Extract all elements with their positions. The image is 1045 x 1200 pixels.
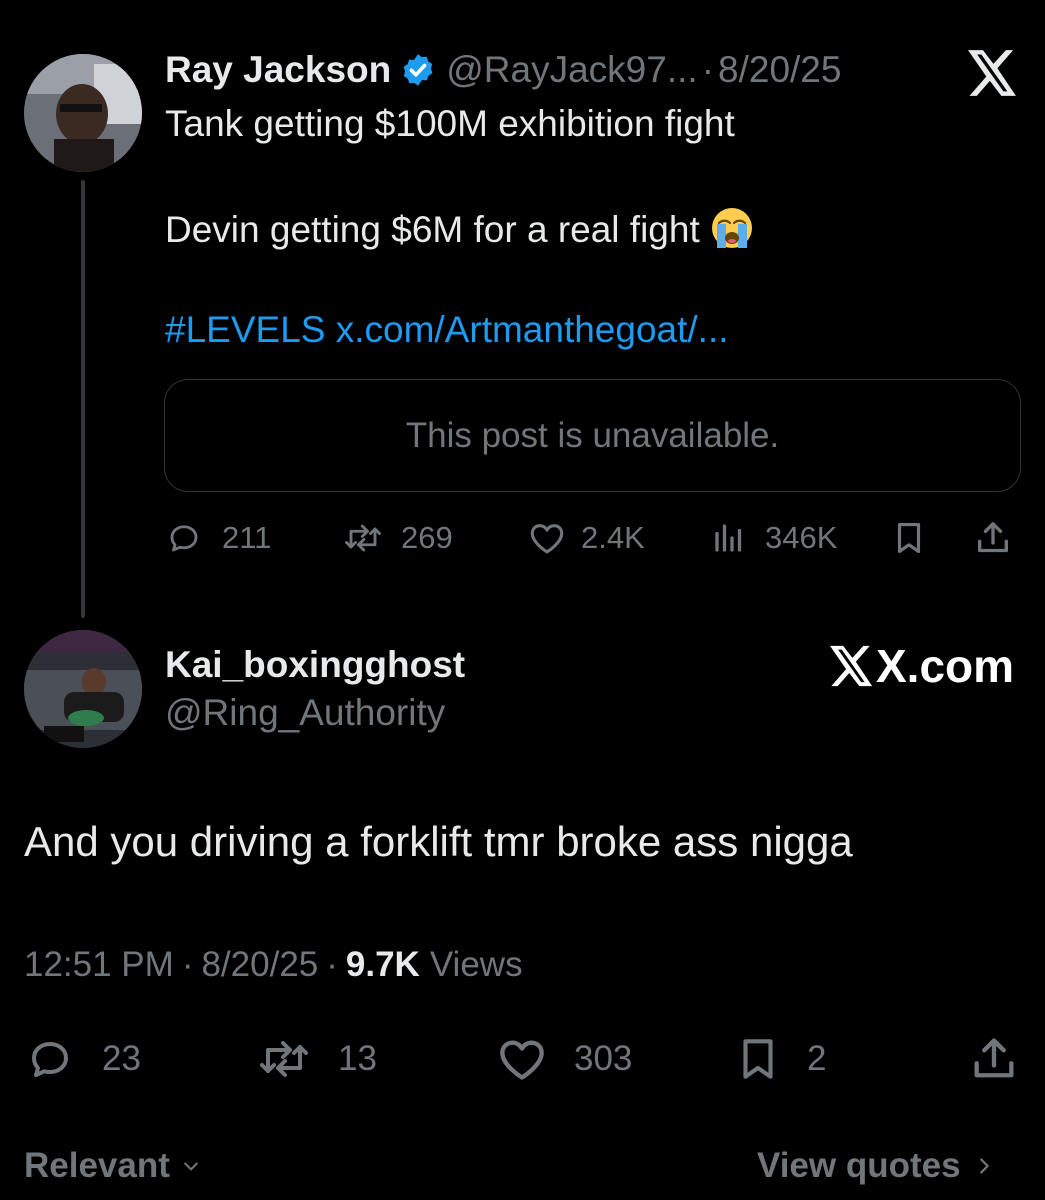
views-label: Views <box>429 945 523 984</box>
tweet-date[interactable]: 8/20/25 <box>201 945 318 985</box>
views-count: 9.7K <box>345 945 420 984</box>
chevron-down-icon <box>184 1162 198 1171</box>
share-button[interactable] <box>968 1033 1020 1085</box>
quoted-author-name[interactable]: Ray Jackson <box>165 49 391 91</box>
reply-button[interactable]: 23 <box>24 1035 141 1083</box>
reply-icon <box>32 1042 68 1077</box>
xcom-watermark: X.com <box>830 640 1014 692</box>
bookmark-button[interactable]: 2 <box>733 1035 826 1083</box>
loudly-crying-face-emoji <box>711 208 752 248</box>
share-icon <box>978 522 1008 553</box>
url-link[interactable]: x.com/Artmanthegoat/... <box>336 309 729 350</box>
main-author-handle[interactable]: @Ring_Authority <box>165 692 445 734</box>
kai-boxingghost-avatar[interactable] <box>24 630 142 748</box>
xcom-text: X.com <box>876 640 1015 692</box>
like-count: 303 <box>574 1039 633 1078</box>
unavailable-post-card: This post is unavailable. <box>164 379 1021 492</box>
bookmark-icon <box>743 1039 773 1079</box>
like-count: 2.4K <box>581 520 645 555</box>
avatar-photo <box>24 54 142 172</box>
repost-button[interactable]: 13 <box>256 1035 377 1083</box>
reply-button[interactable]: 211 <box>166 518 271 558</box>
views-button[interactable]: 346K <box>711 518 837 558</box>
view-quotes-label: View quotes <box>757 1146 961 1185</box>
sort-label: Relevant <box>24 1146 170 1185</box>
sort-dropdown[interactable]: Relevant <box>24 1146 204 1186</box>
quoted-author-handle[interactable]: @RayJack97... <box>446 49 697 91</box>
quoted-tweet-links: #LEVELS x.com/Artmanthegoat/... <box>165 308 729 352</box>
chevron-right-icon <box>979 1158 989 1174</box>
main-author-name[interactable]: Kai_boxingghost <box>165 644 465 686</box>
verified-badge-icon <box>403 54 433 86</box>
repost-icon <box>260 1041 308 1077</box>
meta-separator: · <box>326 945 338 984</box>
like-button[interactable]: 303 <box>494 1035 632 1083</box>
avatar-photo <box>24 630 142 748</box>
heart-icon <box>500 1040 544 1080</box>
meta-separator: · <box>181 945 194 984</box>
views-count: 346K <box>765 520 838 555</box>
ray-jackson-avatar[interactable] <box>24 54 142 172</box>
bookmark-button[interactable] <box>890 518 928 558</box>
thread-connector-line <box>81 180 85 618</box>
x-logo-icon[interactable] <box>968 50 1018 96</box>
like-button[interactable]: 2.4K <box>527 518 645 558</box>
heart-icon <box>530 524 564 554</box>
quoted-tweet-line-2-wrapper: Devin getting $6M for a real fight <box>165 206 754 252</box>
hashtag-link[interactable]: #LEVELS <box>165 309 325 350</box>
view-quotes-link[interactable]: View quotes <box>757 1146 995 1186</box>
repost-button[interactable]: 269 <box>343 518 453 558</box>
unavailable-text: This post is unavailable. <box>405 415 780 455</box>
share-icon <box>974 1038 1014 1078</box>
quoted-tweet-line-1: Tank getting $100M exhibition fight <box>165 103 735 144</box>
repost-icon <box>345 524 381 552</box>
tweet-time[interactable]: 12:51 PM <box>24 945 174 985</box>
share-button[interactable] <box>973 518 1013 558</box>
tweet-timestamp: 12:51 PM · 8/20/25 · 9.7K Views <box>24 945 523 985</box>
reply-count: 23 <box>102 1039 141 1078</box>
x-logo-icon <box>830 645 873 687</box>
reply-count: 211 <box>222 520 272 555</box>
main-tweet-text: And you driving a forklift tmr broke ass… <box>24 818 853 865</box>
bookmark-count: 2 <box>807 1039 827 1078</box>
views-chart-icon <box>715 524 742 552</box>
repost-count: 13 <box>338 1039 377 1078</box>
bookmark-icon <box>897 522 921 554</box>
quoted-tweet-date[interactable]: 8/20/25 <box>718 49 841 91</box>
repost-count: 269 <box>401 520 453 555</box>
quoted-tweet-header: Ray Jackson @RayJack97... · 8/20/25 <box>165 48 841 92</box>
quoted-tweet-line-2: Devin getting $6M for a real fight <box>165 209 700 250</box>
reply-icon <box>170 525 198 552</box>
meta-separator: · <box>701 49 715 90</box>
